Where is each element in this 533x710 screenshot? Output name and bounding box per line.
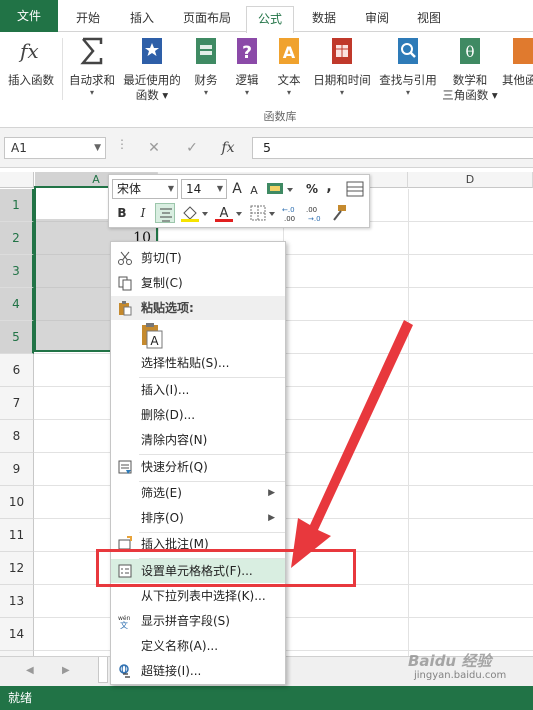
baidu-watermark-url: jingyan.baidu.com xyxy=(414,670,507,681)
baidu-watermark-logo: Baidu 经验 xyxy=(408,652,492,670)
annotation-arrow-icon xyxy=(291,320,413,568)
